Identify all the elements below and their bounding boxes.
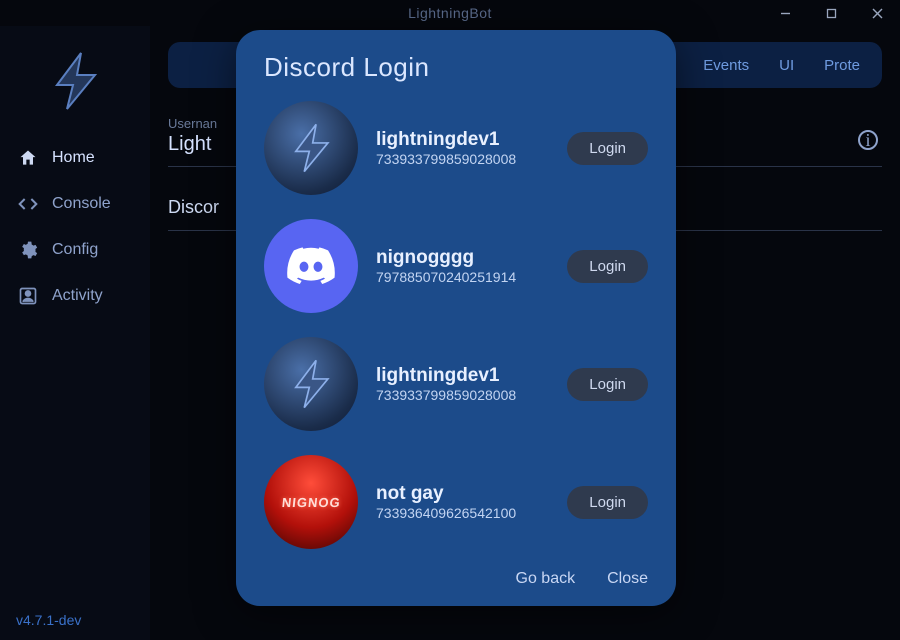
version-label: v4.7.1-dev bbox=[0, 600, 150, 640]
discord-icon bbox=[283, 238, 339, 294]
sidebar-item-config[interactable]: Config bbox=[8, 228, 142, 272]
lightning-icon bbox=[43, 49, 107, 113]
close-window-button[interactable] bbox=[854, 0, 900, 26]
login-button[interactable]: Login bbox=[567, 250, 648, 283]
app-logo bbox=[0, 26, 150, 136]
login-button[interactable]: Login bbox=[567, 486, 648, 519]
sidebar-item-label: Home bbox=[52, 149, 95, 167]
sidebar-item-console[interactable]: Console bbox=[8, 182, 142, 226]
avatar: NIGNOG bbox=[264, 455, 358, 549]
sidebar: Home Console Config Activity v4 bbox=[0, 26, 150, 640]
code-icon bbox=[18, 194, 38, 214]
lightning-icon bbox=[284, 357, 338, 411]
window-controls bbox=[762, 0, 900, 26]
sidebar-item-label: Activity bbox=[52, 287, 103, 305]
go-back-button[interactable]: Go back bbox=[516, 570, 576, 588]
account-id: 733933799859028008 bbox=[376, 151, 549, 167]
account-info: lightningdev1 733933799859028008 bbox=[376, 129, 549, 167]
account-row: nignogggg 797885070240251914 Login bbox=[264, 219, 648, 313]
login-button[interactable]: Login bbox=[567, 132, 648, 165]
account-name: nignogggg bbox=[376, 247, 549, 269]
discord-login-modal: Discord Login lightningdev1 733933799859… bbox=[236, 30, 676, 606]
account-row: NIGNOG not gay 733936409626542100 Login bbox=[264, 455, 648, 549]
account-id: 733933799859028008 bbox=[376, 387, 549, 403]
maximize-button[interactable] bbox=[808, 0, 854, 26]
avatar bbox=[264, 219, 358, 313]
tab-item[interactable]: Events bbox=[703, 57, 749, 74]
account-info: nignogggg 797885070240251914 bbox=[376, 247, 549, 285]
modal-title: Discord Login bbox=[264, 52, 648, 83]
account-info: lightningdev1 733933799859028008 bbox=[376, 365, 549, 403]
minimize-button[interactable] bbox=[762, 0, 808, 26]
app-window: LightningBot Home bbox=[0, 0, 900, 640]
avatar bbox=[264, 101, 358, 195]
account-row: lightningdev1 733933799859028008 Login bbox=[264, 337, 648, 431]
account-row: lightningdev1 733933799859028008 Login bbox=[264, 101, 648, 195]
info-icon[interactable]: i bbox=[858, 130, 878, 150]
account-id: 797885070240251914 bbox=[376, 269, 549, 285]
account-name: lightningdev1 bbox=[376, 365, 549, 387]
tab-item[interactable]: UI bbox=[779, 57, 794, 74]
account-name: lightningdev1 bbox=[376, 129, 549, 151]
sidebar-nav: Home Console Config Activity bbox=[0, 136, 150, 318]
sidebar-item-label: Console bbox=[52, 195, 111, 213]
sidebar-item-home[interactable]: Home bbox=[8, 136, 142, 180]
account-id: 733936409626542100 bbox=[376, 505, 549, 521]
login-button[interactable]: Login bbox=[567, 368, 648, 401]
account-info: not gay 733936409626542100 bbox=[376, 483, 549, 521]
close-button[interactable]: Close bbox=[607, 570, 648, 588]
tab-item[interactable]: Prote bbox=[824, 57, 860, 74]
avatar-text: NIGNOG bbox=[281, 495, 341, 510]
sidebar-item-label: Config bbox=[52, 241, 98, 259]
sidebar-item-activity[interactable]: Activity bbox=[8, 274, 142, 318]
title-bar: LightningBot bbox=[0, 0, 900, 26]
gear-icon bbox=[18, 240, 38, 260]
account-list: lightningdev1 733933799859028008 Login n… bbox=[264, 101, 648, 556]
modal-footer: Go back Close bbox=[264, 556, 648, 588]
activity-icon bbox=[18, 286, 38, 306]
lightning-icon bbox=[284, 121, 338, 175]
app-title: LightningBot bbox=[408, 5, 492, 21]
avatar bbox=[264, 337, 358, 431]
home-icon bbox=[18, 148, 38, 168]
account-name: not gay bbox=[376, 483, 549, 505]
